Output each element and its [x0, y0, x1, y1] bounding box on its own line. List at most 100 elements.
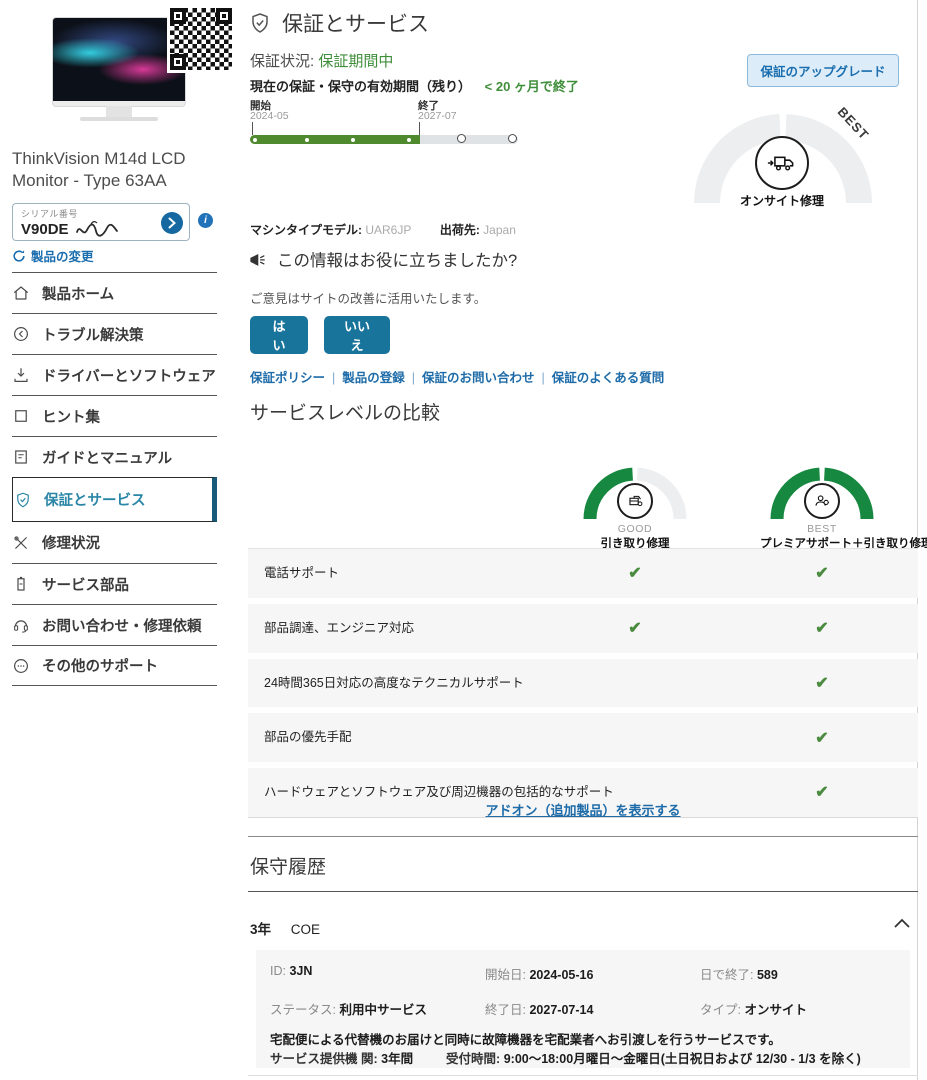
machine-type-value: UAR6JP	[365, 223, 411, 237]
timeline-milestone	[508, 134, 517, 143]
service-comparison-table: 電話サポート ✔ ✔ 部品調達、エンジニア対応 ✔ ✔ 24時間365日対応の高…	[248, 548, 918, 824]
plan-header-row[interactable]: 3年 COE	[250, 918, 916, 938]
headset-icon	[12, 616, 30, 634]
sidebar-item-troubleshooting[interactable]: トラブル解決策	[12, 313, 217, 354]
link-warranty-contact[interactable]: 保証のお問い合わせ	[422, 371, 535, 385]
show-addons-link[interactable]: アドオン（追加製品）を表示する	[485, 803, 680, 818]
feedback-no-button[interactable]: いいえ	[324, 316, 390, 354]
timeline-start-date: 2024-05	[250, 110, 289, 122]
ship-to-value: Japan	[483, 223, 516, 237]
link-warranty-faq[interactable]: 保証のよくある質問	[552, 371, 665, 385]
chevron-up-icon[interactable]	[894, 918, 910, 928]
refresh-icon	[12, 249, 26, 263]
divider	[248, 1075, 918, 1076]
warranty-main-panel: 保証とサービス 保証状況: 保証期間中 現在の保証・保守の有効期間（残り） < …	[248, 0, 918, 1080]
sidebar-item-label: トラブル解決策	[42, 324, 144, 345]
check-good: ✔	[620, 618, 650, 638]
parts-icon	[12, 575, 30, 593]
megaphone-icon	[248, 250, 267, 269]
check-best: ✔	[807, 673, 837, 693]
check-best: ✔	[807, 563, 837, 583]
detail-status: ステータス: 利用中サービス	[270, 999, 485, 1018]
timeline-dot	[407, 138, 411, 142]
repair-tools-icon	[12, 534, 30, 552]
link-separator: |	[412, 371, 415, 385]
sidebar-item-label: ヒント集	[42, 406, 100, 427]
timeline-progress-fill	[250, 135, 420, 144]
qr-finder	[216, 8, 232, 24]
shield-check-icon	[14, 491, 32, 509]
timeline-dot	[351, 138, 355, 142]
onsite-repair-icon	[755, 136, 809, 190]
warranty-status: 保証状況: 保証期間中	[250, 50, 393, 71]
machine-info: マシンタイプモデル: UAR6JP 出荷先: Japan	[250, 221, 516, 238]
plan-details-panel: ID: 3JN 開始日: 2024-05-16 日で終了: 589 ステータス:…	[256, 950, 910, 1068]
sidebar-item-other-support[interactable]: その他のサポート	[12, 645, 217, 686]
sidebar-item-label: お問い合わせ・修理依頼	[42, 615, 202, 636]
warranty-status-value: 保証期間中	[318, 53, 393, 70]
detail-type: タイプ: オンサイト	[700, 999, 896, 1018]
product-title: ThinkVision M14d LCD Monitor - Type 63AA	[12, 148, 227, 192]
sidebar-item-contact-repair[interactable]: お問い合わせ・修理依頼	[12, 604, 217, 645]
qr-finder	[170, 54, 186, 70]
timeline-bar	[250, 135, 518, 144]
serial-submit-button[interactable]	[161, 212, 183, 234]
qr-code	[170, 8, 232, 70]
warranty-period-remaining: < 20 ヶ月で終了	[485, 79, 579, 94]
detail-start-date: 開始日: 2024-05-16	[485, 964, 700, 983]
monitor-base	[80, 117, 158, 121]
serial-value: V90DE	[21, 221, 69, 238]
guide-icon	[12, 448, 30, 466]
sidebar-item-label: 保証とサービス	[44, 489, 146, 510]
sidebar-item-label: 修理状況	[42, 532, 100, 553]
info-icon[interactable]: i	[198, 213, 213, 228]
sidebar-item-guides-manuals[interactable]: ガイドとマニュアル	[12, 436, 217, 477]
hours-value: 9:00〜18:00月曜日〜金曜日(土日祝日および 12/30 - 1/3 を除…	[504, 1052, 861, 1066]
change-product-label: 製品の変更	[31, 246, 94, 265]
feedback-subtext: ご意見はサイトの改善に活用いたします。	[250, 288, 486, 307]
good-tier-gauge: GOOD 引き取り修理	[573, 455, 697, 551]
feature-label: ハードウェアとソフトウェア及び周辺機器の包括的なサポート	[264, 783, 614, 802]
link-product-registration[interactable]: 製品の登録	[342, 371, 405, 385]
premier-support-icon	[804, 483, 840, 519]
best-service-gauge: BEST オンサイト修理	[686, 98, 880, 213]
serial-number-box[interactable]: シリアル番号 V90DE	[12, 203, 190, 241]
monitor-stand	[106, 106, 132, 117]
sidebar-item-service-parts[interactable]: サービス部品	[12, 563, 217, 604]
sidebar-item-drivers-software[interactable]: ドライバーとソフトウェア	[12, 354, 217, 395]
product-sidebar: ThinkVision M14d LCD Monitor - Type 63AA…	[0, 0, 240, 1080]
warranty-upgrade-button[interactable]: 保証のアップグレード	[747, 54, 899, 87]
detail-end-date: 終了日: 2027-07-14	[485, 999, 700, 1018]
feature-label: 24時間365日対応の高度なテクニカルサポート	[264, 674, 524, 693]
sidebar-item-product-home[interactable]: 製品ホーム	[12, 272, 217, 313]
detail-days-to-end: 日で終了: 589	[700, 964, 896, 983]
download-icon	[12, 366, 30, 384]
link-separator: |	[332, 371, 335, 385]
feedback-yes-button[interactable]: はい	[250, 316, 308, 354]
plan-term: 3年	[250, 922, 271, 937]
feature-label: 部品の優先手配	[264, 728, 352, 747]
comparison-section-title: サービスレベルの比較	[250, 398, 440, 425]
change-product-link[interactable]: 製品の変更	[12, 246, 94, 265]
table-row: 部品の優先手配 ✔	[248, 713, 918, 762]
timeline-dot	[253, 138, 257, 142]
table-row: 24時間365日対応の高度なテクニカルサポート ✔	[248, 659, 918, 708]
plan-name: COE	[291, 922, 320, 937]
sidebar-item-tips[interactable]: ヒント集	[12, 395, 217, 436]
sidebar-nav: 製品ホーム トラブル解決策 ドライバーとソフトウェア ヒント集 ガイドとマニュア…	[12, 272, 217, 686]
sidebar-item-repair-status[interactable]: 修理状況	[12, 522, 217, 563]
sidebar-item-label: ドライバーとソフトウェア	[42, 365, 216, 386]
warranty-period: 現在の保証・保守の有効期間（残り） < 20 ヶ月で終了	[250, 76, 579, 95]
check-good: ✔	[620, 563, 650, 583]
sidebar-item-warranty-services[interactable]: 保証とサービス	[12, 477, 217, 522]
table-row: 部品調達、エンジニア対応 ✔ ✔	[248, 604, 918, 653]
link-warranty-policy[interactable]: 保証ポリシー	[250, 371, 325, 385]
sidebar-item-label: その他のサポート	[42, 655, 158, 676]
table-row: 電話サポート ✔ ✔	[248, 549, 918, 598]
pickup-repair-icon	[617, 483, 653, 519]
link-separator: |	[542, 371, 545, 385]
best-tier-gauge: BEST プレミアサポート＋引き取り修理	[760, 455, 884, 551]
product-image	[53, 18, 185, 106]
divider	[248, 891, 918, 892]
warranty-links: 保証ポリシー | 製品の登録 | 保証のお問い合わせ | 保証のよくある質問	[250, 367, 664, 386]
